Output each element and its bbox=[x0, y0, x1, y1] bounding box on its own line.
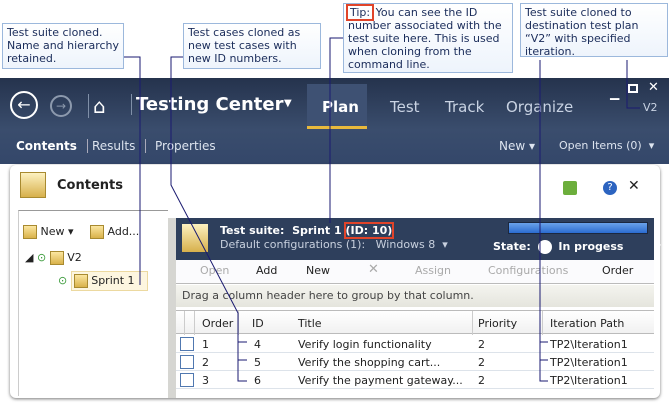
callout-leader-lines bbox=[124, 37, 640, 382]
